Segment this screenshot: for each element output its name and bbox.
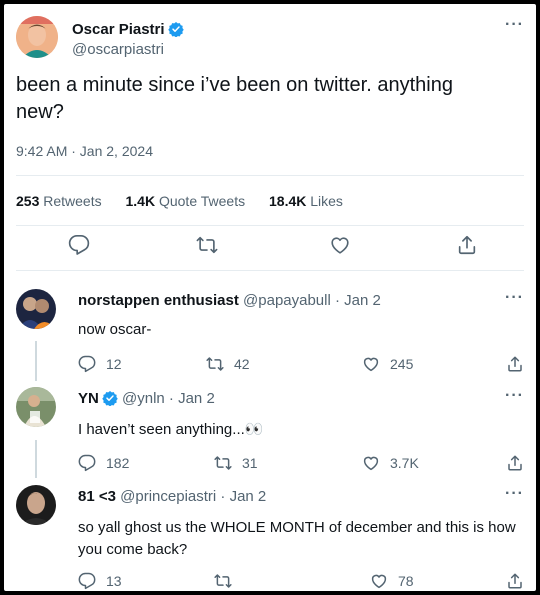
- retweet-button[interactable]: [214, 572, 242, 590]
- more-icon[interactable]: ···: [505, 387, 524, 405]
- share-button[interactable]: [506, 355, 534, 373]
- reply-author-name[interactable]: norstappen enthusiast: [78, 292, 239, 309]
- retweets-label: Retweets: [43, 193, 102, 209]
- author-handle[interactable]: @oscarpiastri: [72, 41, 164, 58]
- retweet-icon: [206, 357, 224, 371]
- author-name-row[interactable]: Oscar Piastri: [72, 21, 184, 41]
- like-icon: [371, 574, 387, 589]
- tweet-stats: 253 Retweets 1.4K Quote Tweets 18.4K Lik…: [16, 193, 363, 209]
- tweet-header: Oscar Piastri @oscarpiastri ···: [16, 16, 524, 64]
- like-button[interactable]: 78: [370, 572, 414, 590]
- reply-avatar[interactable]: [16, 485, 56, 525]
- reply-author[interactable]: 81 <3 @princepiastri · Jan 2: [78, 488, 266, 505]
- reply-icon[interactable]: [68, 234, 90, 256]
- reply-text: I haven’t seen anything...👀: [78, 421, 264, 438]
- reply-actions: 12 42 245: [78, 355, 524, 375]
- divider: [16, 225, 524, 226]
- reply-icon: [78, 355, 96, 373]
- verified-badge-icon: [167, 21, 184, 41]
- quotes-stat[interactable]: 1.4K Quote Tweets: [126, 193, 246, 209]
- reply-avatar[interactable]: [16, 289, 56, 329]
- like-icon[interactable]: [329, 234, 351, 256]
- reply-button[interactable]: 12: [78, 355, 122, 373]
- like-count: 3.7K: [390, 455, 419, 471]
- likes-stat[interactable]: 18.4K Likes: [269, 193, 343, 209]
- reply-text: so yall ghost us the WHOLE MONTH of dece…: [78, 519, 516, 558]
- more-icon[interactable]: ···: [505, 289, 524, 307]
- retweet-icon: [214, 574, 232, 588]
- reply-author-handle[interactable]: @ynln · Jan 2: [122, 390, 215, 407]
- reply-author[interactable]: norstappen enthusiast @papayabull · Jan …: [78, 292, 381, 309]
- more-icon[interactable]: ···: [505, 16, 524, 34]
- retweets-stat[interactable]: 253 Retweets: [16, 193, 102, 209]
- more-icon[interactable]: ···: [505, 485, 524, 503]
- reply-count: 182: [106, 455, 130, 471]
- quotes-label: Quote Tweets: [158, 193, 246, 209]
- divider: [16, 175, 524, 176]
- reply-tweet[interactable]: norstappen enthusiast @papayabull · Jan …: [16, 289, 524, 379]
- retweet-count: 42: [234, 356, 250, 372]
- tweet-text: been a minute since i’ve been on twitter…: [16, 74, 453, 123]
- reply-author-name[interactable]: YN: [78, 390, 99, 407]
- share-icon: [508, 573, 522, 589]
- reply-button[interactable]: 13: [78, 572, 122, 590]
- reply-icon: [78, 572, 96, 590]
- reply-text: now oscar-: [78, 321, 152, 338]
- likes-count: 18.4K: [269, 193, 307, 209]
- share-icon: [508, 455, 522, 471]
- reply-count: 13: [106, 573, 122, 589]
- quotes-count: 1.4K: [125, 193, 156, 209]
- reply-author-handle[interactable]: @princepiastri · Jan 2: [120, 488, 266, 505]
- reply-actions: 182 31 3.7K: [78, 454, 524, 474]
- share-button[interactable]: [506, 572, 534, 590]
- retweet-button[interactable]: 31: [214, 454, 258, 472]
- share-icon: [508, 356, 522, 372]
- reply-button[interactable]: 182: [78, 454, 129, 472]
- tweet-card: Oscar Piastri @oscarpiastri ··· been a m…: [4, 4, 536, 591]
- share-icon[interactable]: [456, 234, 478, 256]
- retweet-icon[interactable]: [196, 234, 218, 256]
- reply-author-name[interactable]: 81 <3: [78, 488, 116, 505]
- like-count: 245: [390, 356, 414, 372]
- reply-icon: [78, 454, 96, 472]
- verified-badge-icon: [102, 390, 118, 410]
- retweet-icon: [214, 456, 232, 470]
- likes-label: Likes: [310, 193, 343, 209]
- share-button[interactable]: [506, 454, 534, 472]
- author-name[interactable]: Oscar Piastri: [72, 21, 165, 38]
- retweet-count: 31: [242, 455, 258, 471]
- like-icon: [363, 456, 379, 471]
- reply-author[interactable]: YN @ynln · Jan 2: [78, 390, 215, 410]
- reply-avatar[interactable]: [16, 387, 56, 427]
- retweets-count: 253: [16, 193, 40, 209]
- reply-tweet[interactable]: YN @ynln · Jan 2 ··· I haven’t seen anyt…: [16, 387, 524, 477]
- reply-actions: 13 78: [78, 572, 524, 591]
- retweet-button[interactable]: 42: [206, 355, 250, 373]
- reply-count: 12: [106, 356, 122, 372]
- tweet-timestamp[interactable]: 9:42 AM · Jan 2, 2024: [16, 143, 153, 159]
- reply-author-handle[interactable]: @papayabull · Jan 2: [243, 292, 381, 309]
- like-count: 78: [398, 573, 414, 589]
- divider: [16, 270, 524, 271]
- like-icon: [363, 357, 379, 372]
- like-button[interactable]: 245: [362, 355, 413, 373]
- reply-tweet[interactable]: 81 <3 @princepiastri · Jan 2 ··· so yall…: [16, 485, 524, 591]
- like-button[interactable]: 3.7K: [362, 454, 419, 472]
- author-avatar[interactable]: [16, 16, 58, 58]
